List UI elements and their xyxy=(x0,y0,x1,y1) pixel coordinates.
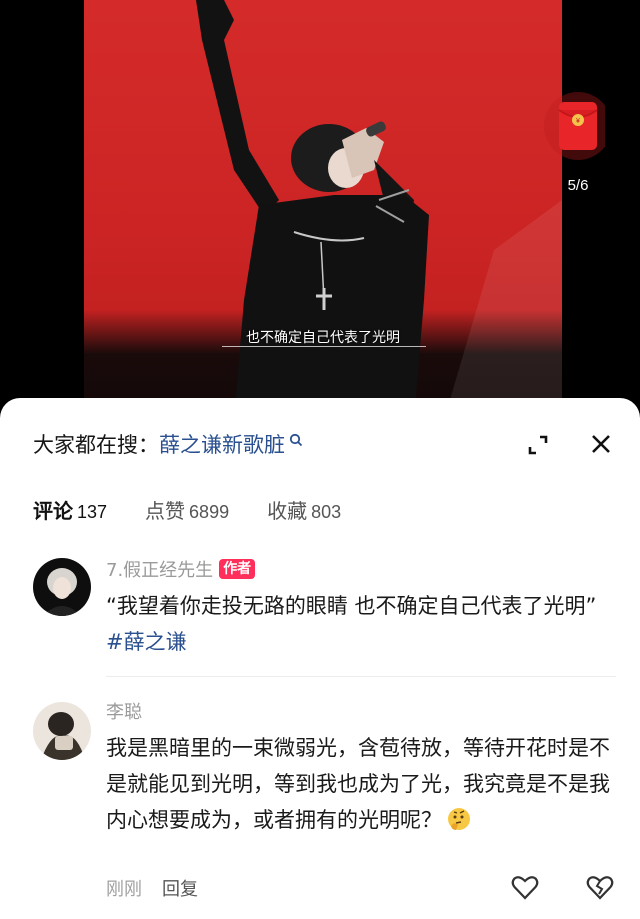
comment-body: “我望着你走投无路的眼睛 也不确定自己代表了光明” xyxy=(106,594,597,618)
comment-divider xyxy=(106,676,616,677)
video-player[interactable]: 也不确定自己代表了光明 ¥ 5/6 xyxy=(0,0,640,420)
tab-label: 评论 xyxy=(33,498,73,523)
tab-count: 803 xyxy=(311,501,342,522)
tab-comments[interactable]: 评论 137 xyxy=(33,495,107,524)
comment-header: 7.假正经先生 作者 xyxy=(106,556,256,582)
tab-count: 6899 xyxy=(189,501,230,522)
expand-icon[interactable] xyxy=(526,433,550,457)
close-icon[interactable] xyxy=(589,432,613,456)
comment-tabs: 评论 137 点赞 6899 收藏 803 xyxy=(33,494,379,524)
subtitle-underline xyxy=(222,346,426,347)
comment-text: “我望着你走投无路的眼睛 也不确定自己代表了光明” #薛之谦 xyxy=(106,588,616,660)
tab-likes[interactable]: 点赞 6899 xyxy=(145,495,229,524)
reply-button[interactable]: 回复 xyxy=(162,875,198,901)
author-badge: 作者 xyxy=(219,559,256,579)
avatar[interactable] xyxy=(33,702,91,760)
comment-sheet: 大家都在搜： 薛之谦新歌脏 评论 137 点赞 6899 收藏 803 7.假正… xyxy=(0,398,640,919)
thinking-face-icon xyxy=(448,808,470,830)
comment-username[interactable]: 李聪 xyxy=(106,698,142,724)
red-envelope-icon[interactable]: ¥ xyxy=(541,88,605,168)
tab-count: 137 xyxy=(77,501,108,522)
trending-search[interactable]: 大家都在搜： 薛之谦新歌脏 xyxy=(33,428,303,460)
tab-label: 点赞 xyxy=(145,498,186,523)
comment-time: 刚刚 xyxy=(106,879,142,900)
search-icon[interactable] xyxy=(289,433,303,447)
comment-meta: 刚刚 回复 xyxy=(106,876,198,900)
svg-text:¥: ¥ xyxy=(576,118,580,125)
trending-search-term[interactable]: 薛之谦新歌脏 xyxy=(159,429,285,459)
comment-username[interactable]: 7.假正经先生 xyxy=(106,556,213,582)
comment-hashtag[interactable]: #薛之谦 xyxy=(106,630,187,654)
heart-icon[interactable] xyxy=(511,874,539,900)
tab-favorites[interactable]: 收藏 803 xyxy=(267,495,341,524)
video-subtitle: 也不确定自己代表了光明 xyxy=(246,330,400,346)
singer-figure xyxy=(196,0,562,420)
comment-header: 李聪 xyxy=(106,698,142,724)
red-packet-progress: 5/6 xyxy=(567,177,589,194)
video-frame[interactable]: 也不确定自己代表了光明 xyxy=(84,0,562,420)
trending-search-prefix: 大家都在搜： xyxy=(33,433,159,457)
tab-label: 收藏 xyxy=(267,498,308,523)
comment-text: 我是黑暗里的一束微弱光，含苞待放，等待开花时是不是就能见到光明，等到我也成为了光… xyxy=(106,730,616,838)
broken-heart-icon[interactable] xyxy=(586,874,614,900)
avatar[interactable] xyxy=(33,558,91,616)
comment-body: 我是黑暗里的一束微弱光，含苞待放，等待开花时是不是就能见到光明，等到我也成为了光… xyxy=(106,736,610,832)
